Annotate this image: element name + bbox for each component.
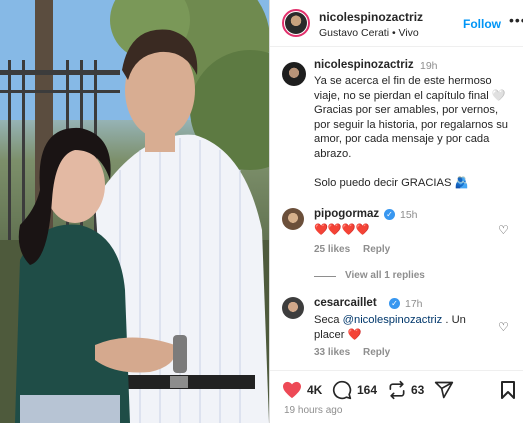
author-username[interactable]: nicolespinozactriz	[319, 10, 423, 24]
comment-likes[interactable]: 33 likes	[314, 347, 350, 358]
verified-badge-icon: ✓	[389, 298, 400, 309]
author-avatar[interactable]	[282, 9, 310, 37]
comment-username[interactable]: pipogormaz	[314, 208, 379, 220]
post-header: nicolespinozactriz Gustavo Cerati • Vivo…	[270, 0, 523, 47]
likes-count[interactable]: 4K	[307, 383, 322, 397]
like-heart-icon[interactable]	[282, 381, 302, 399]
caption-username[interactable]: nicolespinozactriz	[314, 59, 414, 71]
view-replies-line	[314, 276, 336, 277]
save-bookmark-icon[interactable]	[500, 380, 516, 400]
caption-avatar[interactable]	[282, 62, 306, 86]
photo-illustration	[0, 0, 269, 423]
comment-mention[interactable]: @nicolespinozactriz	[343, 314, 443, 326]
comment-text-prefix: Seca	[314, 314, 343, 326]
reply-button[interactable]: Reply	[363, 347, 390, 358]
follow-button[interactable]: Follow	[463, 17, 501, 31]
comment-text: Seca @nicolespinozactriz . Un placer ❤️	[314, 313, 489, 342]
reply-button[interactable]: Reply	[363, 244, 390, 255]
more-options-icon[interactable]: •••	[509, 12, 523, 28]
verified-badge-icon: ✓	[384, 209, 395, 220]
post-side-panel: nicolespinozactriz Gustavo Cerati • Vivo…	[269, 0, 523, 423]
post: nicolespinozactriz Gustavo Cerati • Vivo…	[0, 0, 523, 423]
caption-text: Ya se acerca el fin de este hermoso viaj…	[314, 75, 509, 190]
comment-avatar[interactable]	[282, 297, 304, 319]
post-date[interactable]: 19 hours ago	[284, 405, 342, 416]
post-photo[interactable]	[0, 0, 269, 423]
comment-likes[interactable]: 25 likes	[314, 244, 350, 255]
comment-time: 17h	[405, 298, 423, 310]
comment-time: 15h	[400, 209, 418, 221]
reposts-count[interactable]: 63	[411, 383, 424, 397]
caption-time: 19h	[420, 60, 438, 72]
comment-text: ❤️❤️❤️❤️	[314, 224, 370, 236]
comment-avatar[interactable]	[282, 208, 304, 230]
comment-icon[interactable]	[332, 380, 352, 400]
music-subtitle[interactable]: Gustavo Cerati • Vivo	[319, 27, 419, 39]
comment-username[interactable]: cesarcaillet	[314, 297, 377, 309]
comments-count[interactable]: 164	[357, 383, 377, 397]
comment-like-heart-icon[interactable]: ♡	[498, 223, 509, 237]
share-icon[interactable]	[434, 380, 454, 400]
view-replies-link[interactable]: View all 1 replies	[345, 270, 425, 281]
comment-like-heart-icon[interactable]: ♡	[498, 320, 509, 334]
repost-icon[interactable]	[387, 380, 407, 400]
